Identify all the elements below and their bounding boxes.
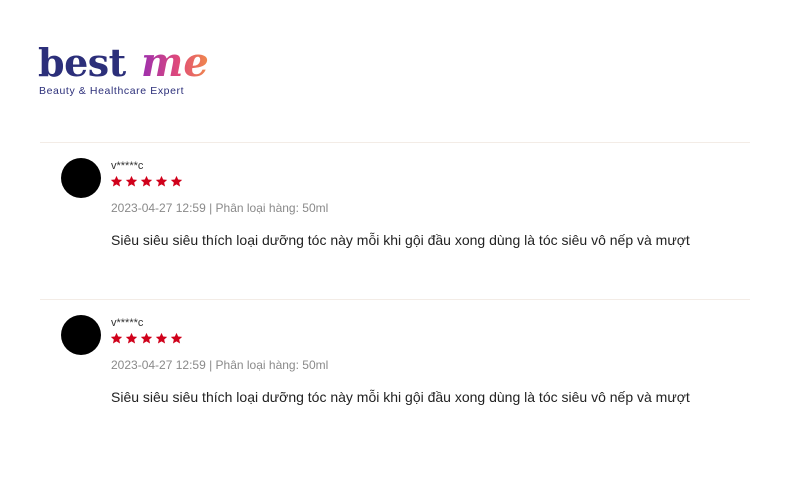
review-item: v*****c 2023-04-27 12:59 | Phân loại hàn… — [40, 299, 750, 449]
star-icon — [170, 175, 183, 187]
review-item: v*****c 2023-04-27 12:59 | Phân loại hàn… — [40, 142, 750, 292]
star-icon — [125, 332, 138, 344]
star-icon — [155, 175, 168, 187]
brand-name-best: best — [38, 40, 126, 85]
star-icon — [140, 332, 153, 344]
review-username: v*****c — [111, 160, 144, 172]
svg-text:me: me — [141, 40, 209, 86]
rating-stars — [110, 332, 183, 345]
review-meta: 2023-04-27 12:59 | Phân loại hàng: 50ml — [111, 201, 329, 215]
avatar[interactable] — [61, 315, 101, 355]
star-icon — [140, 175, 153, 187]
review-content: Siêu siêu siêu thích loại dưỡng tóc này … — [111, 389, 690, 405]
star-icon — [125, 175, 138, 187]
star-icon — [110, 175, 123, 187]
star-icon — [110, 332, 123, 344]
review-meta: 2023-04-27 12:59 | Phân loại hàng: 50ml — [111, 358, 329, 372]
review-content: Siêu siêu siêu thích loại dưỡng tóc này … — [111, 232, 690, 248]
star-icon — [155, 332, 168, 344]
brand-name-me: me — [141, 40, 209, 86]
brand-logo[interactable]: best me Beauty & Healthcare Expert — [38, 40, 228, 102]
review-username: v*****c — [111, 317, 144, 329]
avatar[interactable] — [61, 158, 101, 198]
brand-tagline: Beauty & Healthcare Expert — [39, 85, 185, 97]
star-icon — [170, 332, 183, 344]
rating-stars — [110, 175, 183, 188]
